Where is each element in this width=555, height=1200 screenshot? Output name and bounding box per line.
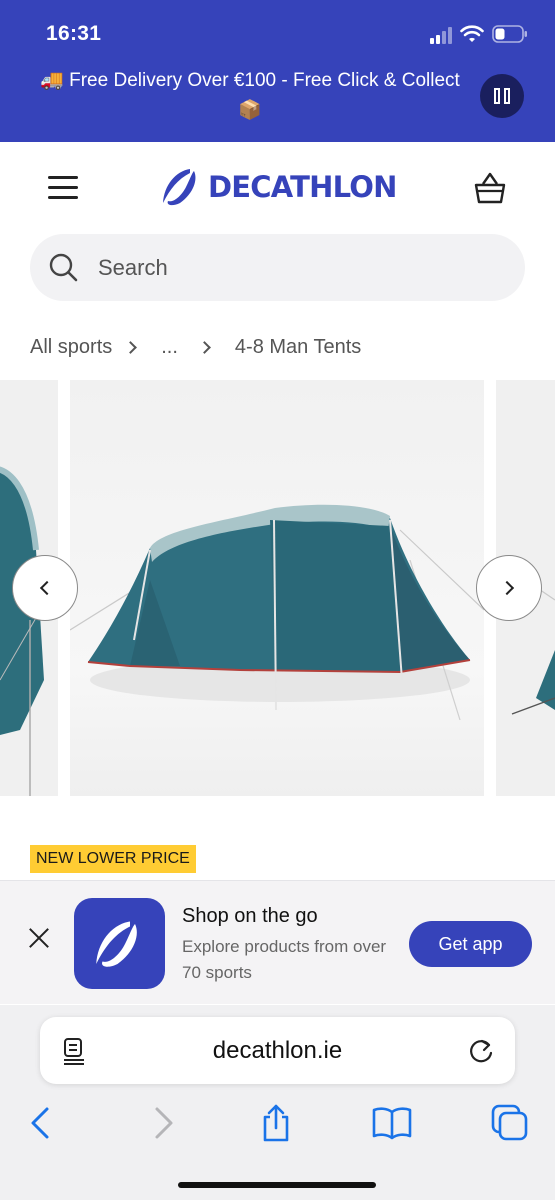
chevron-right-icon (124, 340, 138, 354)
reload-icon[interactable] (467, 1037, 495, 1065)
breadcrumb-item-all-sports[interactable]: All sports (30, 336, 112, 359)
brand-name: DECATHLON (208, 170, 397, 204)
pause-icon (494, 88, 500, 104)
price-badge: NEW LOWER PRICE (30, 845, 196, 873)
reader-icon[interactable] (62, 1037, 88, 1065)
carousel-next-button[interactable] (476, 555, 542, 621)
wifi-icon (460, 25, 484, 42)
battery-icon (492, 25, 527, 43)
logo-mark-icon (95, 921, 137, 967)
breadcrumb-item-ellipsis[interactable]: ... (161, 336, 178, 359)
pause-button[interactable] (480, 74, 524, 118)
chevron-right-icon (198, 340, 211, 354)
back-icon[interactable] (22, 1103, 62, 1143)
status-time: 16:31 (46, 22, 102, 45)
close-icon[interactable] (28, 927, 50, 949)
app-install-banner: Shop on the go Explore products from ove… (0, 880, 555, 1004)
browser-toolbar: decathlon.ie (0, 1005, 555, 1200)
url-text[interactable]: decathlon.ie (100, 1017, 455, 1084)
promo-banner: 16:31 🚚 Free Delivery Over €100 - Free C… (0, 0, 555, 142)
breadcrumb-item-current: 4-8 Man Tents (234, 335, 362, 358)
breadcrumb: All sports ... 4-8 Man Tents (30, 333, 361, 361)
chevron-left-icon (39, 580, 55, 596)
tabs-icon[interactable] (490, 1103, 530, 1143)
carousel-prev-button[interactable] (12, 555, 78, 621)
product-image-carousel[interactable] (0, 380, 555, 798)
promo-text: 🚚 Free Delivery Over €100 - Free Click &… (40, 70, 460, 121)
banner-subtitle: Explore products from over 70 sports (182, 937, 387, 982)
basket-icon[interactable] (472, 170, 508, 206)
cellular-signal-icon (430, 26, 454, 44)
logo-mark-icon (163, 169, 196, 206)
get-app-button[interactable]: Get app (409, 921, 532, 967)
status-bar: 16:31 (0, 0, 555, 60)
decathlon-logo[interactable]: DECATHLON (160, 166, 397, 208)
home-indicator (178, 1182, 376, 1188)
search-bar (30, 234, 525, 301)
address-bar[interactable]: decathlon.ie (40, 1017, 515, 1084)
search-icon (49, 253, 78, 282)
search-input[interactable] (98, 234, 498, 301)
app-icon (74, 898, 165, 989)
forward-icon[interactable] (142, 1103, 182, 1143)
bookmarks-icon[interactable] (372, 1103, 412, 1143)
site-header: DECATHLON (0, 142, 555, 232)
product-main-image[interactable] (70, 380, 484, 796)
chevron-right-icon (499, 580, 515, 596)
menu-icon[interactable] (48, 176, 80, 200)
banner-title: Shop on the go (182, 905, 318, 927)
share-icon[interactable] (256, 1103, 296, 1143)
